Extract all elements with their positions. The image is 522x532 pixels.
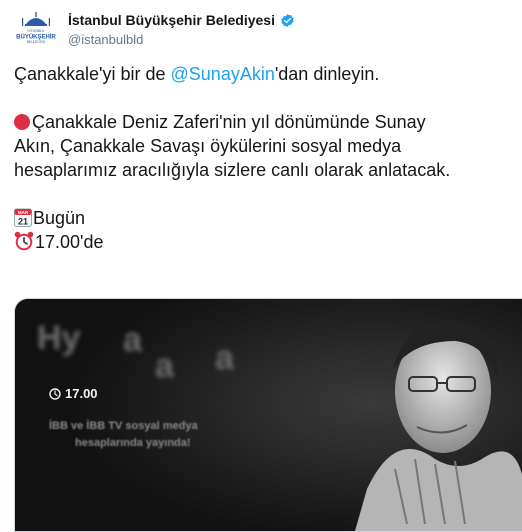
calendar-month: MAR — [18, 210, 29, 215]
tweet-line-3: Akın, Çanakkale Savaşı öykülerini sosyal… — [14, 136, 402, 156]
tweet-line-time: 17.00'de — [14, 230, 514, 254]
tweet-text-segment: Çanakkale'yi bir de — [14, 64, 171, 84]
faded-overlay-text: Hy — [37, 319, 81, 357]
alarm-clock-icon — [14, 231, 34, 251]
calendar-day: 21 — [18, 217, 28, 227]
tweet-body: Çanakkale'yi bir de @SunayAkin'dan dinle… — [14, 62, 514, 254]
media-background — [15, 299, 522, 531]
media-time-label: 17.00 — [49, 386, 98, 401]
time-label: 17.00'de — [35, 232, 104, 252]
tweet-line-4: hesaplarımız aracılığıyla sizlere canlı … — [14, 160, 451, 180]
faded-overlay-text: a — [215, 339, 234, 377]
logo-caption-bottom: BELEDİYESİ — [27, 39, 46, 44]
tweet-line-2: Çanakkale Deniz Zaferi'nin yıl dönümünde… — [14, 110, 514, 134]
tweet-text-segment: 'dan dinleyin. — [274, 64, 380, 84]
media-time-text: 17.00 — [65, 386, 98, 401]
verified-badge-icon — [281, 13, 294, 27]
clock-icon — [49, 387, 61, 400]
faded-overlay-text: a — [123, 321, 142, 359]
faded-caption-line-1: İBB ve İBB TV sosyal medya — [49, 420, 198, 432]
mention-link[interactable]: @SunayAkin — [171, 64, 275, 84]
red-circle-icon — [14, 114, 30, 130]
display-name-row: İstanbul Büyükşehir Belediyesi — [68, 12, 295, 28]
tweet-media-image[interactable]: Hy a a a 17.00 İBB ve İBB TV sosyal medy… — [14, 298, 522, 532]
tweet-line-1: Çanakkale'yi bir de @SunayAkin'dan dinle… — [14, 62, 514, 86]
tweet-line-date: MAR 21 Bugün — [14, 206, 514, 230]
faded-caption-line-2: hesaplarında yayında! — [75, 437, 191, 449]
calendar-icon: MAR 21 — [14, 208, 32, 227]
faded-overlay-text: a — [155, 347, 174, 385]
logo-caption-top: İSTANBUL — [27, 28, 44, 33]
tweet-text-segment: Çanakkale Deniz Zaferi'nin yıl dönümünde… — [32, 112, 426, 132]
ibb-logo-avatar[interactable]: İSTANBUL BÜYÜKŞEHİR BELEDİYESİ — [14, 8, 58, 48]
account-handle[interactable]: @istanbulbld — [68, 32, 143, 47]
date-label: Bugün — [33, 208, 86, 228]
display-name[interactable]: İstanbul Büyükşehir Belediyesi — [68, 12, 275, 28]
